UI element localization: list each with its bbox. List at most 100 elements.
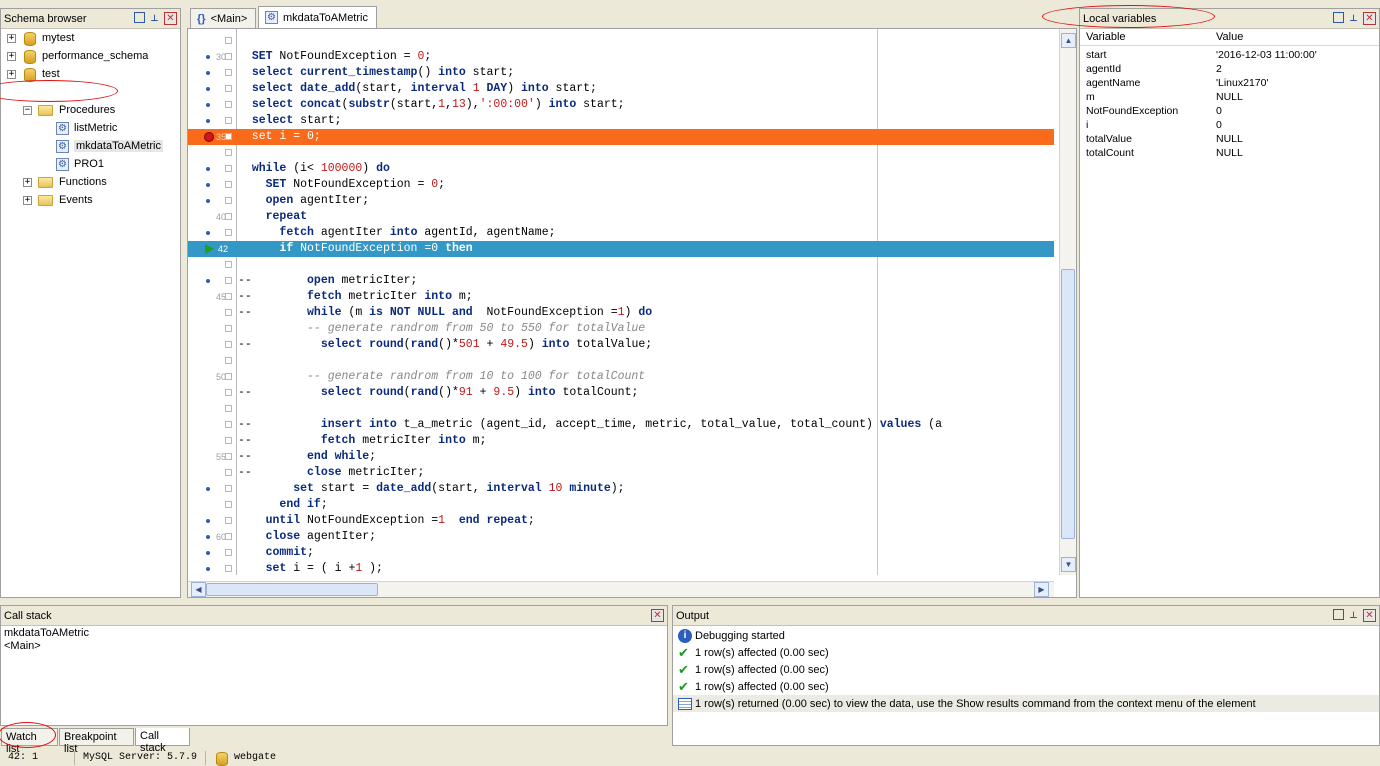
expand-icon[interactable]: + [23,177,32,187]
tree-item-mytest[interactable]: + mytest [1,29,180,47]
tree-item-label: Functions [59,176,107,188]
expand-icon[interactable]: + [23,195,32,205]
variable-row[interactable]: agentName 'Linux2170' [1080,77,1379,91]
output-panel: Output ⊥ ✕ i Debugging started ✔ 1 row(s) … [672,605,1380,746]
maximize-icon[interactable] [1333,609,1344,620]
braces-icon: {} [197,12,206,25]
server-version: MySQL Server: 5.7.9 [75,751,207,765]
tab-main[interactable]: {} <Main> [190,8,256,28]
code-line [188,33,1054,49]
code-line [188,257,1054,273]
close-icon[interactable]: ✕ [1363,609,1376,622]
variable-value: '2016-12-03 11:00:00' [1216,49,1317,61]
procedure-icon: ⚙ [56,139,69,153]
variable-row[interactable]: start '2016-12-03 11:00:00' [1080,49,1379,63]
tree-item-functions[interactable]: + Functions [1,173,180,191]
tree-item-label: test [42,68,60,80]
vertical-scroll-thumb[interactable] [1061,269,1075,539]
editor-tabs: {} <Main> ⚙ mkdataToAMetric [187,6,1077,28]
output-row[interactable]: ✔ 1 row(s) affected (0.00 sec) [673,678,1379,695]
code-line: 50 -- generate randrom from 10 to 100 fo… [216,370,646,383]
variable-name: agentId [1086,63,1122,75]
tab-watch-list[interactable]: Watch list [1,728,58,755]
output-row[interactable]: i Debugging started [673,627,1379,644]
code-line: -- generate randrom from 50 to 550 for t… [188,321,1054,337]
column-header-value[interactable]: Value [1210,31,1243,45]
variable-name: agentName [1086,77,1141,89]
tree-item-events[interactable]: + Events [1,191,180,209]
variable-row[interactable]: i0 [1080,119,1379,133]
check-icon: ✔ [678,661,689,677]
maximize-icon[interactable] [134,12,145,23]
pin-icon[interactable]: ⊥ [1347,12,1360,25]
code-line: select start; [188,113,1054,129]
tree-item-procedures[interactable]: − Procedures [1,101,180,119]
pin-icon[interactable]: ⊥ [1347,609,1360,622]
database-icon [22,31,36,46]
code-line [188,353,1054,369]
scroll-right-icon[interactable]: ▶ [1034,582,1049,597]
variable-name: totalCount [1086,147,1134,159]
code-line: SET NotFoundException = 0; [188,177,1054,193]
code-line: -- insert into t_a_metric (agent_id, acc… [188,417,1054,433]
current-database: webgate [206,751,284,766]
variable-row[interactable]: agentId 2 [1080,63,1379,77]
call-stack-item[interactable]: <Main> [1,640,667,653]
tree-item-test[interactable]: + test [1,65,180,83]
code-line: 40 repeat [216,210,308,223]
code-line [188,401,1054,417]
expand-icon[interactable]: + [7,33,16,43]
tab-label: mkdataToAMetric [283,11,368,24]
tab-call-stack[interactable]: Call stack [135,728,190,754]
output-row[interactable]: ✔ 1 row(s) affected (0.00 sec) [673,661,1379,678]
close-icon[interactable]: ✕ [1363,12,1376,25]
tree-item-label: listMetric [74,122,118,134]
call-stack-title: Call stack [4,609,52,622]
variable-row[interactable]: totalCount NULL [1080,147,1379,161]
collapse-icon[interactable]: − [23,105,32,115]
tab-breakpoint-list[interactable]: Breakpoint list [59,728,134,755]
horizontal-scroll-thumb[interactable] [206,583,378,596]
tree-item-label: Events [59,194,93,206]
procedure-icon: ⚙ [265,11,278,24]
variable-row[interactable]: totalValue NULL [1080,133,1379,147]
tab-mkdatatoametric[interactable]: ⚙ mkdataToAMetric [258,6,377,28]
close-icon[interactable]: ✕ [164,12,177,25]
vertical-scrollbar[interactable]: ▲ ▼ [1059,29,1076,575]
variable-name: m [1086,91,1095,103]
code-editor[interactable]: 30 SET NotFoundException = 0; select cur… [187,28,1077,598]
expand-icon[interactable]: + [7,69,16,79]
scroll-up-icon[interactable]: ▲ [1061,33,1076,48]
variable-row[interactable]: m NULL [1080,91,1379,105]
call-stack-item[interactable]: mkdataToAMetric [1,627,667,640]
code-line: commit; [188,545,1054,561]
local-variables-title: Local variables [1083,12,1157,25]
close-icon[interactable]: ✕ [651,609,664,622]
tree-item-label: PRO1 [74,158,104,170]
breakpoint-icon[interactable] [204,132,214,142]
pin-icon[interactable]: ⊥ [148,12,161,25]
output-row[interactable]: ✔ 1 row(s) affected (0.00 sec) [673,644,1379,661]
scroll-down-icon[interactable]: ▼ [1061,557,1076,572]
expand-icon[interactable]: + [7,51,16,61]
editor-panel: {} <Main> ⚙ mkdataToAMetric 30 SET NotFo… [187,6,1077,598]
horizontal-scrollbar[interactable]: ◀ ▶ [188,581,1054,597]
scroll-left-icon[interactable]: ◀ [191,582,206,597]
code-line: 45 -- fetch metricIter into m; [216,290,473,303]
output-row[interactable]: 1 row(s) returned (0.00 sec) to view the… [673,695,1379,712]
procedure-icon: ⚙ [56,157,69,171]
variable-value: NULL [1216,147,1243,159]
tab-label: <Main> [210,12,248,25]
variable-value: 'Linux2170' [1216,77,1269,89]
tree-item-blank [1,83,180,101]
variable-row[interactable]: NotFoundException 0 [1080,105,1379,119]
code-line: 60 close agentIter; [188,529,1054,545]
tree-item-pro1[interactable]: ⚙ PRO1 [1,155,180,173]
maximize-icon[interactable] [1333,12,1344,23]
tree-item-performance-schema[interactable]: + performance_schema [1,47,180,65]
column-header-variable[interactable]: Variable [1080,31,1210,45]
variables-header: Variable Value [1080,31,1379,46]
tree-item-listmetric[interactable]: ⚙ listMetric [1,119,180,137]
tree-item-mkdatatoametric[interactable]: ⚙ mkdataToAMetric [1,137,180,155]
database-icon [22,67,36,82]
